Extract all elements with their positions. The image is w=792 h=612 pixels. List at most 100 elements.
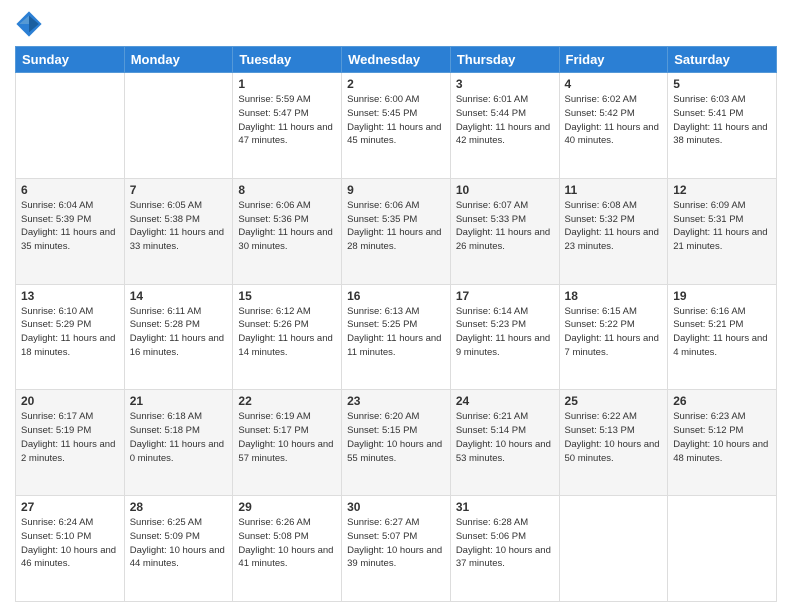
calendar-cell: 7 Sunrise: 6:05 AM Sunset: 5:38 PM Dayli… <box>124 178 233 284</box>
sunset: Sunset: 5:31 PM <box>673 213 771 227</box>
calendar-cell: 31 Sunrise: 6:28 AM Sunset: 5:06 PM Dayl… <box>450 496 559 602</box>
calendar-cell: 11 Sunrise: 6:08 AM Sunset: 5:32 PM Dayl… <box>559 178 668 284</box>
sunrise: Sunrise: 6:14 AM <box>456 305 554 319</box>
calendar-week-4: 20 Sunrise: 6:17 AM Sunset: 5:19 PM Dayl… <box>16 390 777 496</box>
day-number: 26 <box>673 394 771 408</box>
day-number: 13 <box>21 289 119 303</box>
calendar-cell: 24 Sunrise: 6:21 AM Sunset: 5:14 PM Dayl… <box>450 390 559 496</box>
sunrise: Sunrise: 6:00 AM <box>347 93 445 107</box>
daylight: Daylight: 11 hours and 4 minutes. <box>673 332 771 360</box>
daylight: Daylight: 11 hours and 11 minutes. <box>347 332 445 360</box>
daylight: Daylight: 11 hours and 38 minutes. <box>673 121 771 149</box>
calendar-cell: 28 Sunrise: 6:25 AM Sunset: 5:09 PM Dayl… <box>124 496 233 602</box>
calendar-week-2: 6 Sunrise: 6:04 AM Sunset: 5:39 PM Dayli… <box>16 178 777 284</box>
calendar-cell: 6 Sunrise: 6:04 AM Sunset: 5:39 PM Dayli… <box>16 178 125 284</box>
calendar-cell: 5 Sunrise: 6:03 AM Sunset: 5:41 PM Dayli… <box>668 73 777 179</box>
sunset: Sunset: 5:26 PM <box>238 318 336 332</box>
sunrise: Sunrise: 6:11 AM <box>130 305 228 319</box>
sunrise: Sunrise: 6:24 AM <box>21 516 119 530</box>
calendar-cell: 30 Sunrise: 6:27 AM Sunset: 5:07 PM Dayl… <box>342 496 451 602</box>
sunrise: Sunrise: 6:02 AM <box>565 93 663 107</box>
day-info: Sunrise: 6:17 AM Sunset: 5:19 PM Dayligh… <box>21 410 119 465</box>
sunset: Sunset: 5:13 PM <box>565 424 663 438</box>
daylight: Daylight: 11 hours and 30 minutes. <box>238 226 336 254</box>
sunrise: Sunrise: 6:12 AM <box>238 305 336 319</box>
calendar-cell: 8 Sunrise: 6:06 AM Sunset: 5:36 PM Dayli… <box>233 178 342 284</box>
daylight: Daylight: 10 hours and 57 minutes. <box>238 438 336 466</box>
sunset: Sunset: 5:29 PM <box>21 318 119 332</box>
sunrise: Sunrise: 6:13 AM <box>347 305 445 319</box>
calendar-header-row: Sunday Monday Tuesday Wednesday Thursday… <box>16 47 777 73</box>
day-number: 30 <box>347 500 445 514</box>
calendar-cell: 12 Sunrise: 6:09 AM Sunset: 5:31 PM Dayl… <box>668 178 777 284</box>
calendar-cell <box>668 496 777 602</box>
daylight: Daylight: 10 hours and 37 minutes. <box>456 544 554 572</box>
day-info: Sunrise: 6:06 AM Sunset: 5:35 PM Dayligh… <box>347 199 445 254</box>
sunrise: Sunrise: 6:15 AM <box>565 305 663 319</box>
daylight: Daylight: 10 hours and 48 minutes. <box>673 438 771 466</box>
daylight: Daylight: 11 hours and 23 minutes. <box>565 226 663 254</box>
sunset: Sunset: 5:14 PM <box>456 424 554 438</box>
day-number: 6 <box>21 183 119 197</box>
sunrise: Sunrise: 6:03 AM <box>673 93 771 107</box>
day-number: 25 <box>565 394 663 408</box>
calendar-cell: 14 Sunrise: 6:11 AM Sunset: 5:28 PM Dayl… <box>124 284 233 390</box>
calendar-week-1: 1 Sunrise: 5:59 AM Sunset: 5:47 PM Dayli… <box>16 73 777 179</box>
day-number: 28 <box>130 500 228 514</box>
sunset: Sunset: 5:32 PM <box>565 213 663 227</box>
sunrise: Sunrise: 6:07 AM <box>456 199 554 213</box>
day-info: Sunrise: 6:23 AM Sunset: 5:12 PM Dayligh… <box>673 410 771 465</box>
calendar-cell: 17 Sunrise: 6:14 AM Sunset: 5:23 PM Dayl… <box>450 284 559 390</box>
calendar-cell: 4 Sunrise: 6:02 AM Sunset: 5:42 PM Dayli… <box>559 73 668 179</box>
sunset: Sunset: 5:07 PM <box>347 530 445 544</box>
calendar-cell: 1 Sunrise: 5:59 AM Sunset: 5:47 PM Dayli… <box>233 73 342 179</box>
sunset: Sunset: 5:39 PM <box>21 213 119 227</box>
calendar-cell <box>559 496 668 602</box>
day-info: Sunrise: 6:04 AM Sunset: 5:39 PM Dayligh… <box>21 199 119 254</box>
daylight: Daylight: 10 hours and 46 minutes. <box>21 544 119 572</box>
day-number: 2 <box>347 77 445 91</box>
day-info: Sunrise: 6:00 AM Sunset: 5:45 PM Dayligh… <box>347 93 445 148</box>
daylight: Daylight: 10 hours and 55 minutes. <box>347 438 445 466</box>
day-number: 17 <box>456 289 554 303</box>
daylight: Daylight: 10 hours and 41 minutes. <box>238 544 336 572</box>
day-number: 24 <box>456 394 554 408</box>
col-monday: Monday <box>124 47 233 73</box>
daylight: Daylight: 11 hours and 0 minutes. <box>130 438 228 466</box>
col-tuesday: Tuesday <box>233 47 342 73</box>
sunrise: Sunrise: 6:18 AM <box>130 410 228 424</box>
day-info: Sunrise: 6:20 AM Sunset: 5:15 PM Dayligh… <box>347 410 445 465</box>
daylight: Daylight: 11 hours and 7 minutes. <box>565 332 663 360</box>
sunrise: Sunrise: 6:01 AM <box>456 93 554 107</box>
col-wednesday: Wednesday <box>342 47 451 73</box>
calendar-cell: 29 Sunrise: 6:26 AM Sunset: 5:08 PM Dayl… <box>233 496 342 602</box>
day-number: 3 <box>456 77 554 91</box>
sunrise: Sunrise: 6:19 AM <box>238 410 336 424</box>
day-number: 22 <box>238 394 336 408</box>
calendar-cell: 2 Sunrise: 6:00 AM Sunset: 5:45 PM Dayli… <box>342 73 451 179</box>
day-info: Sunrise: 6:08 AM Sunset: 5:32 PM Dayligh… <box>565 199 663 254</box>
sunset: Sunset: 5:22 PM <box>565 318 663 332</box>
daylight: Daylight: 11 hours and 2 minutes. <box>21 438 119 466</box>
calendar-cell: 22 Sunrise: 6:19 AM Sunset: 5:17 PM Dayl… <box>233 390 342 496</box>
day-info: Sunrise: 6:28 AM Sunset: 5:06 PM Dayligh… <box>456 516 554 571</box>
day-number: 1 <box>238 77 336 91</box>
sunrise: Sunrise: 6:23 AM <box>673 410 771 424</box>
col-saturday: Saturday <box>668 47 777 73</box>
day-info: Sunrise: 6:12 AM Sunset: 5:26 PM Dayligh… <box>238 305 336 360</box>
calendar-cell: 23 Sunrise: 6:20 AM Sunset: 5:15 PM Dayl… <box>342 390 451 496</box>
daylight: Daylight: 11 hours and 35 minutes. <box>21 226 119 254</box>
day-number: 21 <box>130 394 228 408</box>
daylight: Daylight: 11 hours and 18 minutes. <box>21 332 119 360</box>
sunset: Sunset: 5:33 PM <box>456 213 554 227</box>
daylight: Daylight: 11 hours and 42 minutes. <box>456 121 554 149</box>
day-number: 20 <box>21 394 119 408</box>
col-thursday: Thursday <box>450 47 559 73</box>
day-number: 16 <box>347 289 445 303</box>
day-info: Sunrise: 6:25 AM Sunset: 5:09 PM Dayligh… <box>130 516 228 571</box>
day-number: 15 <box>238 289 336 303</box>
sunset: Sunset: 5:41 PM <box>673 107 771 121</box>
day-info: Sunrise: 6:27 AM Sunset: 5:07 PM Dayligh… <box>347 516 445 571</box>
sunset: Sunset: 5:38 PM <box>130 213 228 227</box>
day-info: Sunrise: 6:14 AM Sunset: 5:23 PM Dayligh… <box>456 305 554 360</box>
